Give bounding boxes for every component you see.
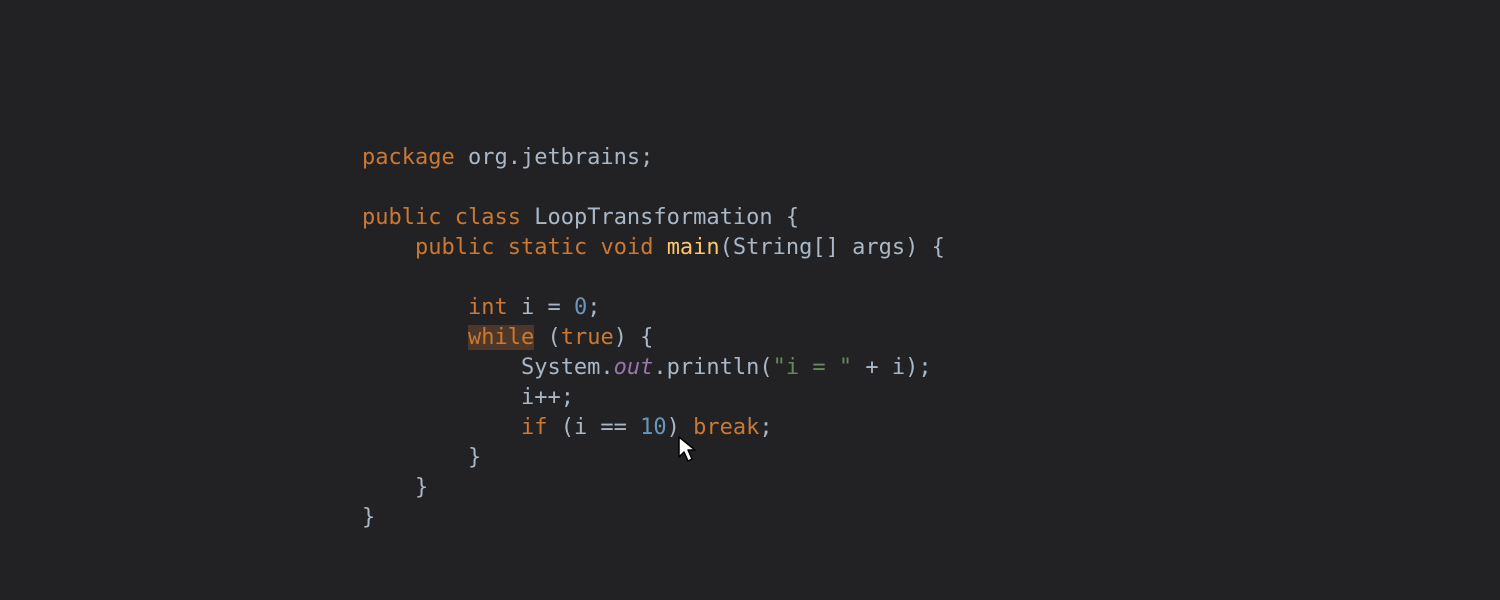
package-name: org.jetbrains	[468, 145, 640, 170]
out-field: out	[614, 355, 654, 380]
concat-rest: + i);	[852, 355, 931, 380]
brace: }	[415, 475, 428, 500]
paren: (	[534, 325, 561, 350]
method-params: (String[] args) {	[720, 235, 945, 260]
keyword-break: break	[693, 415, 759, 440]
code-line: int i = 0;	[362, 295, 600, 320]
code-line: public static void main(String[] args) {	[362, 235, 945, 260]
keyword-if: if	[521, 415, 548, 440]
keyword-public: public	[362, 205, 441, 230]
cond-open: (i ==	[547, 415, 640, 440]
string-literal: "i = "	[773, 355, 852, 380]
code-line: System.out.println("i = " + i);	[362, 355, 932, 380]
number-literal: 10	[640, 415, 667, 440]
cond-close: )	[667, 415, 694, 440]
keyword-void: void	[600, 235, 653, 260]
number-literal: 0	[574, 295, 587, 320]
code-line: public class LoopTransformation {	[362, 205, 799, 230]
class-name: LoopTransformation	[534, 205, 772, 230]
brace: }	[362, 505, 375, 530]
keyword-true: true	[561, 325, 614, 350]
rest: ) {	[614, 325, 654, 350]
code-line: }	[362, 505, 375, 530]
keyword-class: class	[455, 205, 521, 230]
code-line: }	[362, 475, 428, 500]
keyword-int: int	[468, 295, 508, 320]
keyword-static: static	[508, 235, 587, 260]
semicolon: ;	[587, 295, 600, 320]
system-ref: System.	[521, 355, 614, 380]
code-line: if (i == 10) break;	[362, 415, 773, 440]
println-call: .println(	[653, 355, 772, 380]
keyword-package: package	[362, 145, 455, 170]
code-line: package org.jetbrains;	[362, 145, 653, 170]
brace: }	[468, 445, 481, 470]
code-editor[interactable]: package org.jetbrains; public class Loop…	[362, 113, 945, 533]
brace: {	[773, 205, 800, 230]
method-name: main	[667, 235, 720, 260]
code-line: i++;	[362, 385, 574, 410]
keyword-while: while	[468, 325, 534, 350]
keyword-public: public	[415, 235, 494, 260]
semicolon: ;	[759, 415, 772, 440]
var-decl: i =	[508, 295, 574, 320]
code-line: }	[362, 445, 481, 470]
semicolon: ;	[640, 145, 653, 170]
increment: i++;	[521, 385, 574, 410]
code-line: while (true) {	[362, 325, 653, 350]
